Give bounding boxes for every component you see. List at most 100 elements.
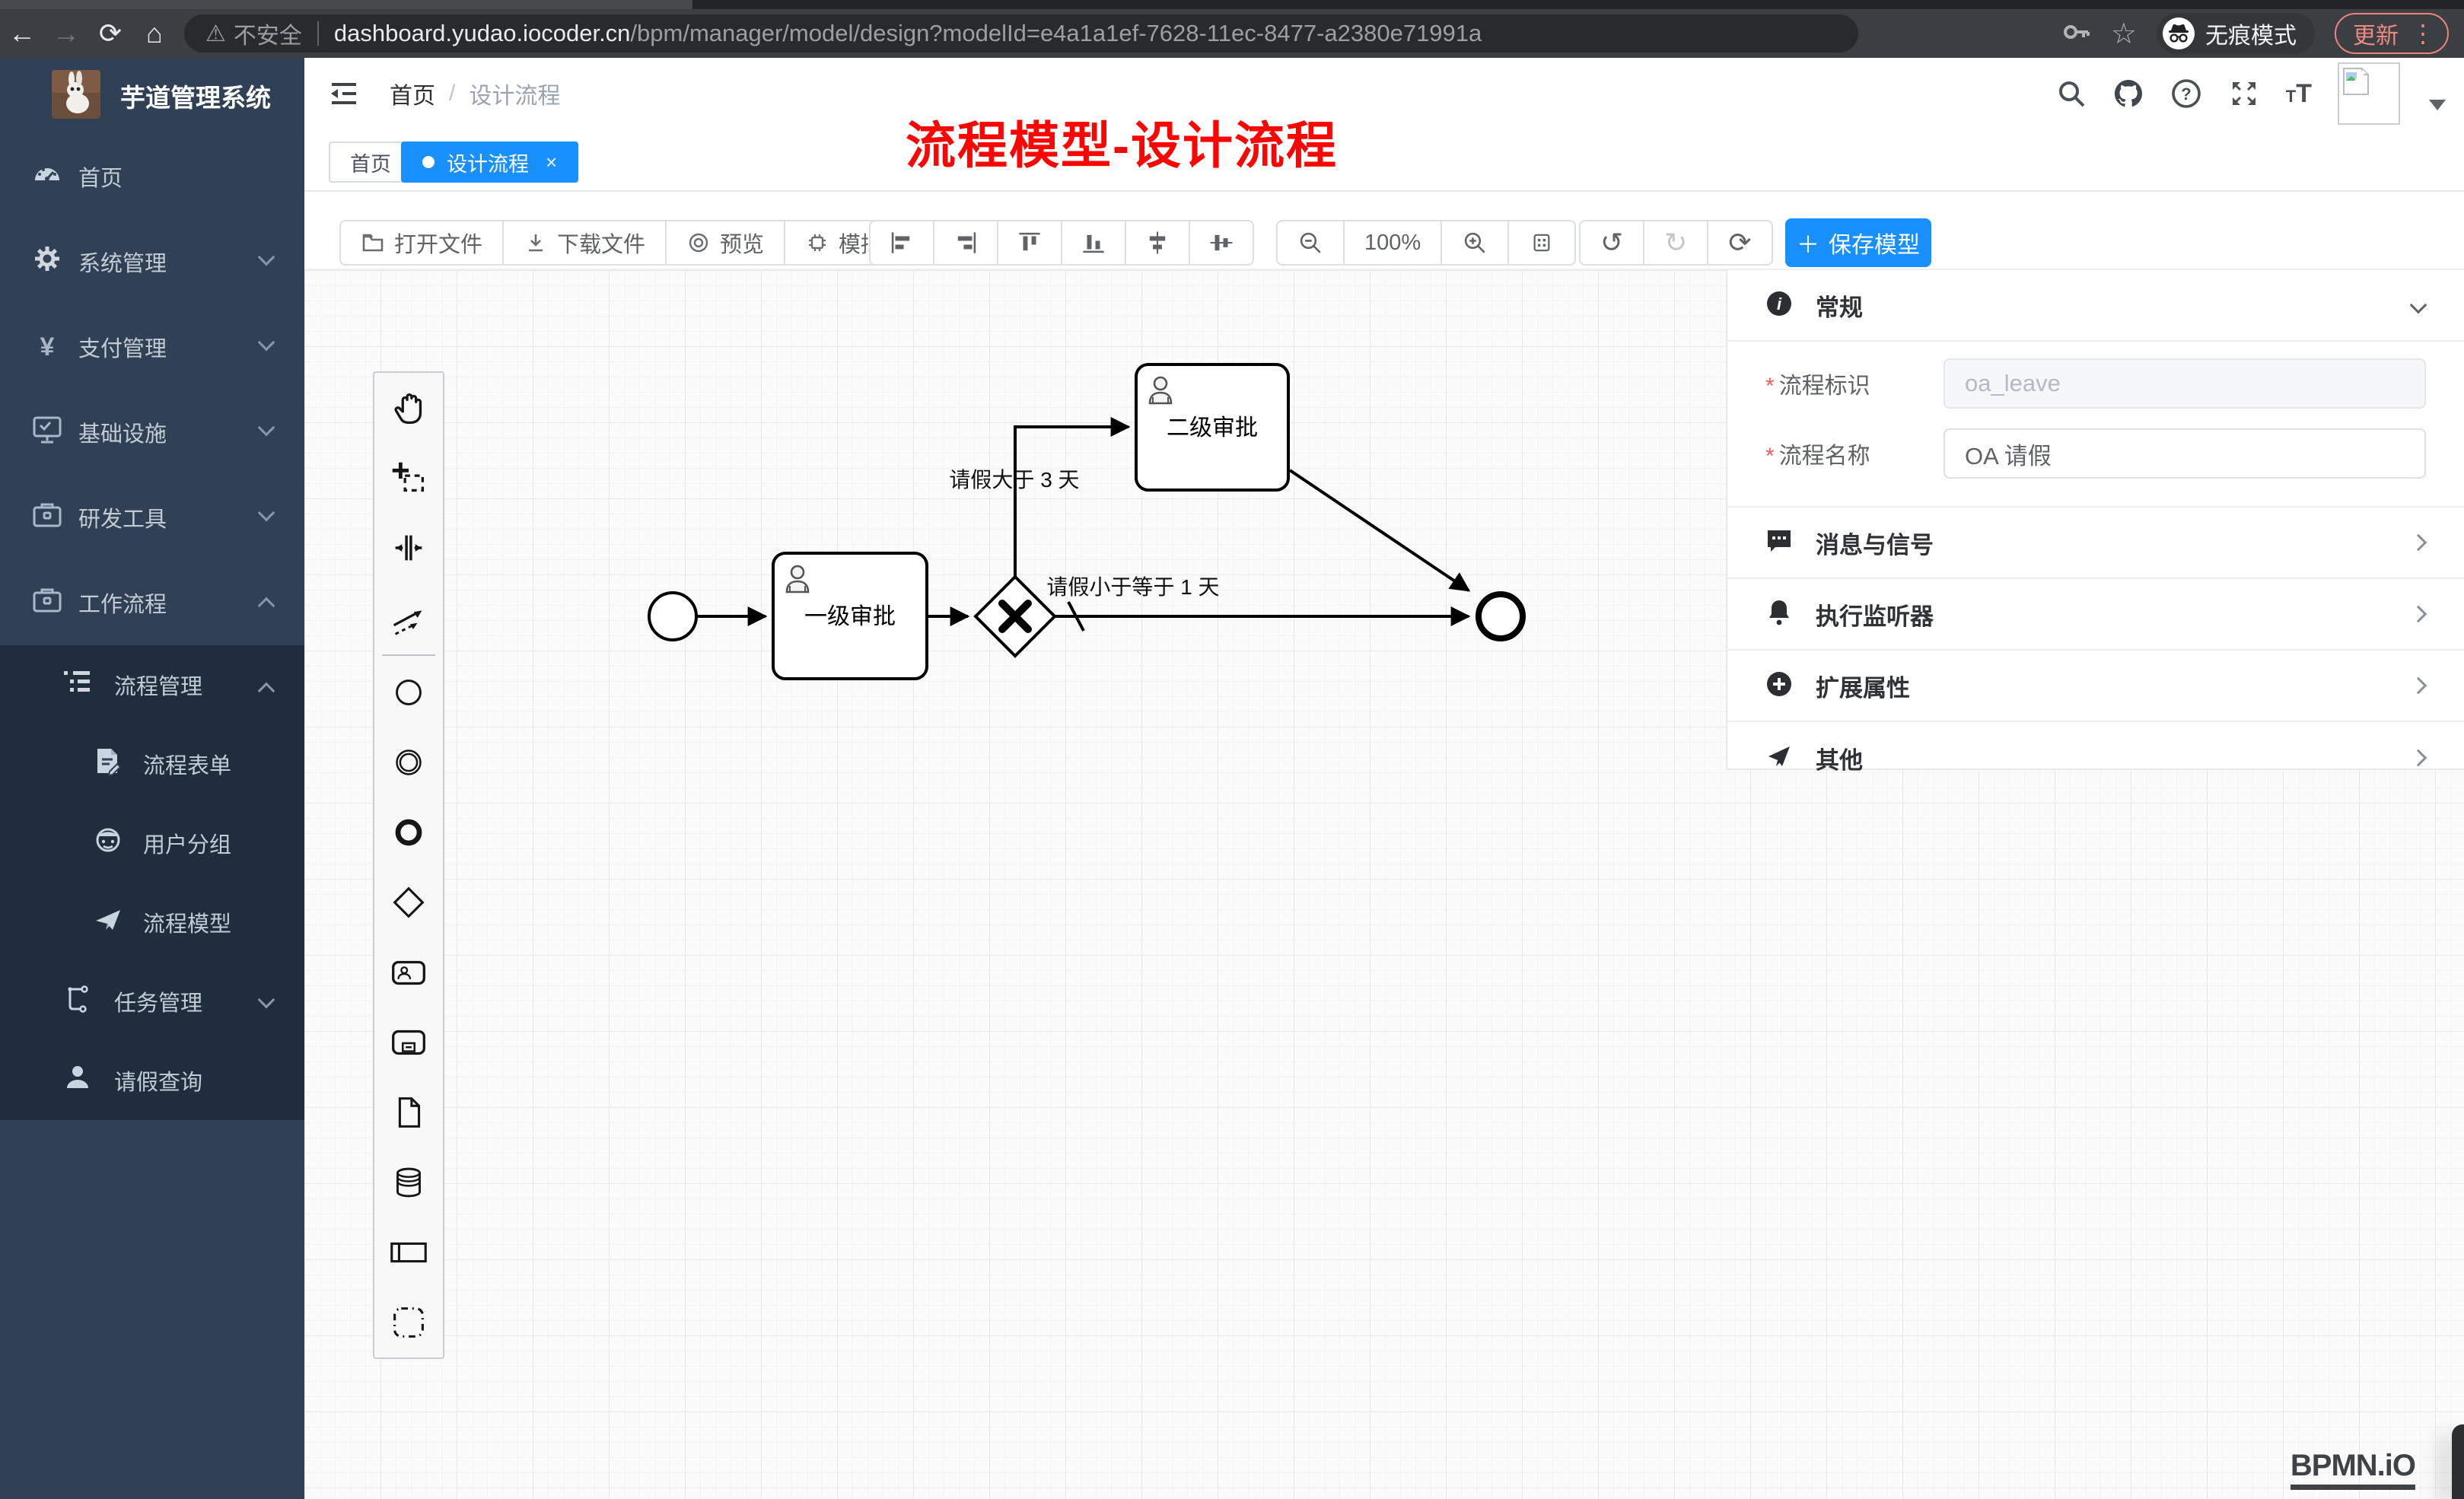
help-icon[interactable]: ? <box>2170 78 2202 110</box>
redo-button[interactable]: ↻ <box>1644 221 1708 264</box>
zoom-button-group: 100% <box>1276 220 1576 266</box>
bell-icon <box>1764 597 1794 632</box>
chevron-up-icon <box>258 683 275 700</box>
section-message-signal[interactable]: 消息与信号 <box>1727 508 2464 579</box>
search-icon[interactable] <box>2056 78 2087 109</box>
svg-text:i: i <box>1777 294 1782 313</box>
tab-close-icon[interactable]: × <box>546 151 557 174</box>
task1-label: 一级审批 <box>804 604 896 629</box>
sidebar-item-infra[interactable]: 基础设施 <box>0 390 304 475</box>
github-icon[interactable] <box>2112 78 2144 110</box>
sidebar-item-leave-query[interactable]: 请假查询 <box>0 1041 304 1120</box>
file-button-group: 打开文件 下载文件 预览 模拟 <box>339 220 904 266</box>
monitor-icon <box>30 413 64 451</box>
exclusive-gateway[interactable] <box>976 577 1055 656</box>
form-row-process-name: *流程名称 OA 请假 <box>1765 428 2426 479</box>
section-general[interactable]: i 常规 <box>1727 270 2464 342</box>
sidebar-item-home[interactable]: 首页 <box>0 134 304 219</box>
menu-dots-icon[interactable]: ⋮ <box>2411 19 2435 48</box>
zoom-out-button[interactable] <box>1278 221 1345 264</box>
preview-button[interactable]: 预览 <box>667 221 785 264</box>
browser-chrome: ← → ⟳ ⌂ ⚠ 不安全 dashboard.yudao.iocoder.cn… <box>0 0 2464 58</box>
open-file-button[interactable]: 打开文件 <box>341 221 504 264</box>
undo-button[interactable]: ↺ <box>1581 221 1644 264</box>
align-center-vertical-button[interactable] <box>1190 221 1253 264</box>
chevron-down-icon <box>258 334 275 352</box>
incognito-badge: 无痕模式 <box>2157 13 2315 54</box>
sidebar-item-system[interactable]: 系统管理 <box>0 219 304 304</box>
user-task-level2[interactable]: 二级审批 <box>1136 364 1288 490</box>
align-bottom-button[interactable] <box>1062 221 1126 264</box>
section-execution-listener[interactable]: 执行监听器 <box>1727 579 2464 651</box>
update-label[interactable]: 更新 <box>2353 17 2399 50</box>
fullscreen-icon[interactable] <box>2228 78 2260 110</box>
send-icon <box>1764 741 1794 775</box>
download-file-button[interactable]: 下载文件 <box>504 221 667 264</box>
security-label[interactable]: 不安全 <box>234 17 302 50</box>
flow-task2-to-end[interactable] <box>1290 470 1469 590</box>
avatar-caret-icon[interactable] <box>2429 100 2446 110</box>
browser-update-menu[interactable]: 更新 ⋮ <box>2335 13 2449 54</box>
sidebar-item-devtools[interactable]: 研发工具 <box>0 475 304 560</box>
user-avatar[interactable] <box>2338 62 2400 125</box>
align-top-button[interactable] <box>998 221 1062 264</box>
section-other[interactable]: 其他 <box>1727 722 2464 794</box>
sidebar-item-payment[interactable]: ¥ 支付管理 <box>0 304 304 390</box>
browser-back-button[interactable]: ← <box>0 18 44 49</box>
tab-design-process[interactable]: 设计流程 × <box>401 142 578 183</box>
zoom-in-button[interactable] <box>1442 221 1509 264</box>
sidebar-item-process-mgmt[interactable]: 流程管理 <box>0 645 304 724</box>
flow-gateway-to-task2[interactable] <box>1015 427 1129 577</box>
incognito-icon <box>2163 18 2195 49</box>
save-model-button[interactable]: ＋ 保存模型 <box>1785 218 1931 267</box>
refresh-button[interactable]: ⟳ <box>1708 221 1771 264</box>
bpmn-io-watermark[interactable]: BPMN.iO <box>2291 1449 2415 1490</box>
process-key-input[interactable]: oa_leave <box>1944 358 2426 409</box>
briefcase-icon <box>30 584 64 622</box>
zoom-reset-button[interactable] <box>1509 221 1574 264</box>
annotation-overlay: 流程模型-设计流程 <box>906 105 1438 178</box>
sidebar-fold-icon[interactable] <box>327 77 361 110</box>
browser-home-button[interactable]: ⌂ <box>132 18 177 49</box>
process-name-input[interactable]: OA 请假 <box>1944 428 2426 479</box>
sidebar-item-process-model[interactable]: 流程模型 <box>0 883 304 962</box>
start-event[interactable] <box>649 593 696 640</box>
chevron-down-icon <box>258 991 275 1009</box>
password-key-icon[interactable] <box>2061 17 2091 51</box>
user-task-level1[interactable]: 一级审批 <box>773 553 927 679</box>
user-group-icon <box>91 825 125 861</box>
section-extended-attributes[interactable]: 扩展属性 <box>1727 651 2464 722</box>
flow-label-gt[interactable]: 请假大于 3 天 <box>949 468 1079 492</box>
message-icon <box>1764 526 1794 560</box>
address-bar[interactable]: ⚠ 不安全 dashboard.yudao.iocoder.cn/bpm/man… <box>184 14 1858 53</box>
url-path[interactable]: /bpm/manager/model/design?modelId=e4a1a1… <box>630 20 1482 47</box>
chevron-right-icon <box>2410 534 2427 552</box>
chevron-right-icon <box>2410 677 2427 695</box>
browser-reload-button[interactable]: ⟳ <box>88 18 132 49</box>
sidebar-item-process-form[interactable]: 流程表单 <box>0 724 304 804</box>
workflow-submenu: 流程管理 流程表单 用户分组 流程模型 任务管 <box>0 645 304 1120</box>
align-right-button[interactable] <box>934 221 998 264</box>
sidebar-item-user-group[interactable]: 用户分组 <box>0 804 304 883</box>
plus-circle-icon <box>1764 669 1794 703</box>
zoom-level[interactable]: 100% <box>1345 221 1442 264</box>
breadcrumb-home[interactable]: 首页 <box>390 77 435 110</box>
url-host[interactable]: dashboard.yudao.iocoder.cn <box>334 20 631 47</box>
sidebar-item-task-mgmt[interactable]: 任务管理 <box>0 962 304 1041</box>
bookmark-star-icon[interactable]: ☆ <box>2111 17 2137 51</box>
app-logo-row: 芋道管理系统 <box>0 58 304 134</box>
flow-label-le[interactable]: 请假小于等于 1 天 <box>1046 575 1219 599</box>
sidebar-item-workflow[interactable]: 工作流程 <box>0 560 304 645</box>
app-logo-avatar <box>52 70 100 123</box>
tab-home[interactable]: 首页 <box>329 142 412 183</box>
end-event[interactable] <box>1479 594 1523 638</box>
download-icon <box>524 231 548 255</box>
paper-plane-icon <box>91 904 125 940</box>
align-left-button[interactable] <box>871 221 934 264</box>
browser-forward-button[interactable]: → <box>44 18 88 49</box>
form-row-process-key: *流程标识 oa_leave <box>1765 358 2426 409</box>
screen: ← → ⟳ ⌂ ⚠ 不安全 dashboard.yudao.iocoder.cn… <box>0 0 2464 1499</box>
font-size-icon[interactable]: TT <box>2286 79 2312 109</box>
folder-icon <box>361 231 385 255</box>
align-center-horizontal-button[interactable] <box>1126 221 1190 264</box>
